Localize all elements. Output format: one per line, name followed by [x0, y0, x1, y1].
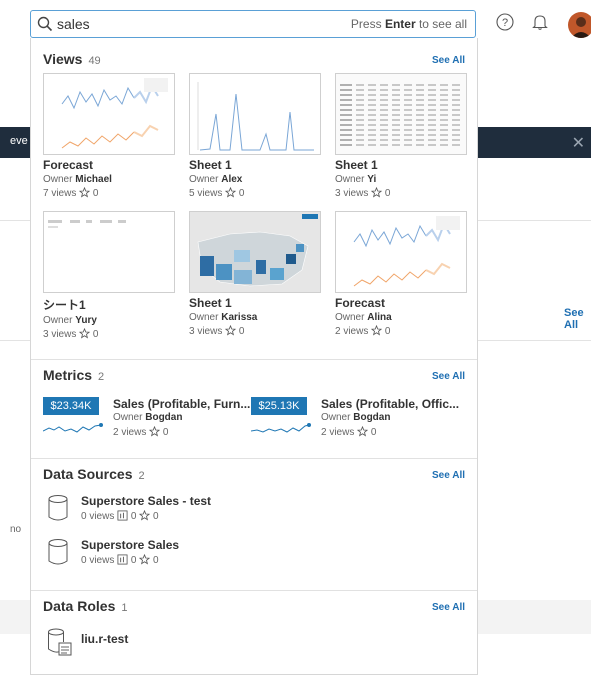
- view-stats: 5 views 0: [189, 187, 245, 199]
- view-name[interactable]: Sheet 1: [189, 158, 321, 172]
- data-source-stats: 0 views 0 0: [81, 554, 159, 566]
- sparkline: [251, 423, 311, 433]
- metric-value-badge: $25.13K: [251, 397, 307, 415]
- data-sources-see-all-link[interactable]: See All: [432, 470, 465, 481]
- section-divider: [31, 590, 477, 591]
- sparkline: [43, 423, 103, 433]
- metric-stats: 2 views 0: [321, 426, 377, 438]
- star-icon[interactable]: [371, 325, 383, 336]
- search-hint: Press Enter to see all: [350, 17, 467, 31]
- data-roles-see-all-link[interactable]: See All: [432, 602, 465, 613]
- view-name[interactable]: Forecast: [43, 158, 175, 172]
- svg-text:?: ?: [502, 17, 508, 29]
- search-icon: [37, 16, 53, 32]
- view-stats: 2 views 0: [335, 325, 391, 337]
- banner-text: eve: [10, 135, 28, 147]
- star-icon[interactable]: [357, 426, 369, 437]
- view-owner: Owner Karissa: [189, 312, 258, 323]
- data-source-stats: 0 views 0 0: [81, 510, 159, 522]
- data-source-name[interactable]: Superstore Sales: [81, 538, 179, 552]
- metrics-see-all-link[interactable]: See All: [432, 371, 465, 382]
- metric-stats: 2 views 0: [113, 426, 169, 438]
- view-name[interactable]: Sheet 1: [335, 158, 467, 172]
- database-icon: [48, 539, 68, 565]
- section-divider: [31, 458, 477, 459]
- star-icon[interactable]: [139, 554, 151, 565]
- help-icon[interactable]: ?: [496, 13, 514, 31]
- view-thumbnail[interactable]: [43, 211, 175, 293]
- views-see-all-link[interactable]: See All: [432, 55, 465, 66]
- view-card[interactable]: Sheet 1 Owner Karissa 3 views 0: [189, 211, 321, 337]
- data-sources-section-title: Data Sources 2: [43, 466, 145, 482]
- views-count: 49: [88, 55, 101, 67]
- metric-card[interactable]: $23.34K Sales (Profitable, Furn... Owner…: [43, 397, 253, 439]
- view-thumbnail[interactable]: [335, 211, 467, 293]
- data-source-item[interactable]: Superstore Sales - test 0 views 0 0: [47, 494, 347, 526]
- view-card[interactable]: Forecast Owner Alina 2 views 0: [335, 211, 467, 337]
- metric-card[interactable]: $25.13K Sales (Profitable, Offic... Owne…: [251, 397, 466, 439]
- data-source-item[interactable]: Superstore Sales 0 views 0 0: [47, 538, 347, 570]
- view-card[interactable]: Sheet 1 Owner Alex 5 views 0: [189, 73, 321, 199]
- view-name[interactable]: Forecast: [335, 296, 467, 310]
- view-stats: 3 views 0: [189, 325, 245, 337]
- metric-value-badge: $23.34K: [43, 397, 99, 415]
- connections-icon: [117, 510, 128, 521]
- data-role-name[interactable]: liu.r-test: [81, 632, 128, 646]
- view-stats: 3 views 0: [43, 328, 99, 340]
- search-results-dropdown: Views 49 See All Forecast Owner Michael 7 v…: [30, 38, 478, 675]
- avatar[interactable]: [568, 12, 591, 38]
- star-icon[interactable]: [225, 187, 237, 198]
- star-icon[interactable]: [79, 328, 91, 339]
- background-see-all-link[interactable]: See All: [564, 307, 591, 331]
- star-icon[interactable]: [79, 187, 91, 198]
- search-input[interactable]: [57, 14, 307, 34]
- metric-owner: Owner Bogdan: [321, 412, 391, 423]
- view-stats: 3 views 0: [335, 187, 391, 199]
- view-card[interactable]: Sheet 1 Owner Yi 3 views 0: [335, 73, 467, 199]
- metric-owner: Owner Bogdan: [113, 412, 183, 423]
- star-icon[interactable]: [139, 510, 151, 521]
- data-role-item[interactable]: liu.r-test: [47, 627, 347, 657]
- view-thumbnail[interactable]: [43, 73, 175, 155]
- view-card[interactable]: シート1 Owner Yury 3 views 0: [43, 211, 175, 340]
- view-name[interactable]: Sheet 1: [189, 296, 321, 310]
- view-thumbnail[interactable]: [335, 73, 467, 155]
- database-icon: [48, 495, 68, 521]
- view-thumbnail[interactable]: [189, 73, 321, 155]
- star-icon[interactable]: [371, 187, 383, 198]
- search-box[interactable]: Press Enter to see all: [30, 10, 476, 38]
- view-card[interactable]: Forecast Owner Michael 7 views 0: [43, 73, 175, 199]
- metric-name[interactable]: Sales (Profitable, Offic...: [321, 397, 459, 411]
- metrics-section-title: Metrics 2: [43, 367, 105, 383]
- views-section-title: Views 49: [43, 51, 101, 67]
- view-stats: 7 views 0: [43, 187, 99, 199]
- view-owner: Owner Yury: [43, 315, 97, 326]
- background-text: no: [10, 524, 22, 535]
- view-name[interactable]: シート1: [43, 296, 175, 313]
- star-icon[interactable]: [149, 426, 161, 437]
- view-owner: Owner Yi: [335, 174, 377, 185]
- view-thumbnail[interactable]: [189, 211, 321, 293]
- bell-icon[interactable]: [531, 13, 549, 31]
- view-owner: Owner Alina: [335, 312, 392, 323]
- data-roles-section-title: Data Roles 1: [43, 598, 128, 614]
- connections-icon: [117, 554, 128, 565]
- data-role-icon: [48, 628, 72, 656]
- data-source-name[interactable]: Superstore Sales - test: [81, 494, 211, 508]
- section-divider: [31, 359, 477, 360]
- view-owner: Owner Alex: [189, 174, 243, 185]
- view-owner: Owner Michael: [43, 174, 112, 185]
- close-icon[interactable]: ✕: [572, 133, 585, 153]
- metric-name[interactable]: Sales (Profitable, Furn...: [113, 397, 250, 411]
- star-icon[interactable]: [225, 325, 237, 336]
